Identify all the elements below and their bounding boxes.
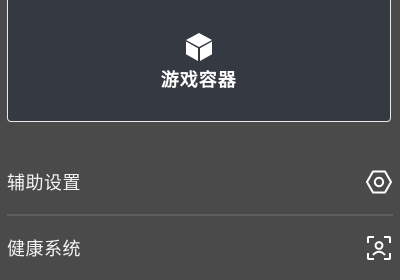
card-label: 游戏容器 <box>161 70 237 91</box>
menu-item-label: 辅助设置 <box>7 173 81 194</box>
menu-item-assist-settings[interactable]: 辅助设置 <box>7 150 393 214</box>
face-scan-icon <box>367 236 391 260</box>
menu-item-label: 健康系统 <box>7 239 81 260</box>
game-container-card[interactable]: 游戏容器 <box>7 0 391 122</box>
hexagon-settings-icon <box>366 170 392 194</box>
menu-list: 辅助设置 健康系统 <box>7 150 393 280</box>
menu-item-health-system[interactable]: 健康系统 <box>7 216 393 280</box>
cube-icon <box>186 33 212 61</box>
